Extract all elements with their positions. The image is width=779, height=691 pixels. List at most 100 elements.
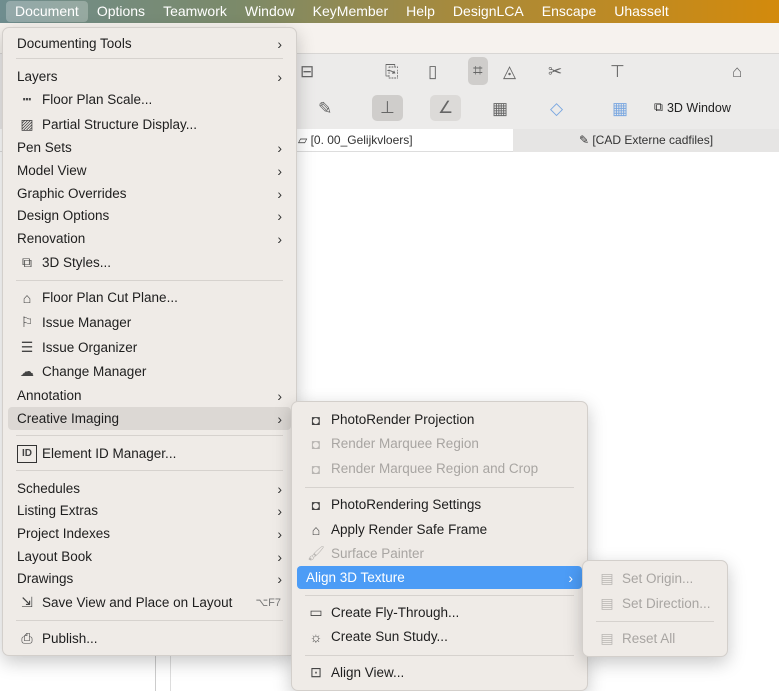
chevron-right-icon: › (277, 410, 282, 427)
menu-uhasselt[interactable]: Uhasselt (605, 1, 677, 22)
tool-icon[interactable]: ▦ (612, 99, 628, 119)
menu-item-renovation[interactable]: Renovation › (8, 227, 291, 250)
sun-icon: ☼ (309, 628, 323, 645)
menu-item-label: Align View... (331, 665, 405, 680)
menu-window[interactable]: Window (236, 1, 304, 22)
tool-icon[interactable]: ◬ (503, 62, 516, 82)
menu-document[interactable]: Document (6, 1, 88, 22)
menu-item-align-view[interactable]: ⊡ Align View... (297, 661, 582, 684)
menu-item-label: Graphic Overrides (17, 186, 127, 201)
menu-item-label: Pen Sets (17, 140, 72, 155)
3d-window-button[interactable]: ⧉ 3D Window (654, 100, 731, 115)
menu-item-pen-sets[interactable]: Pen Sets › (8, 136, 291, 159)
menu-item-label: Publish... (42, 631, 98, 646)
menu-item-layout-book[interactable]: Layout Book › (8, 545, 291, 568)
ruler-icon: ┅ (22, 91, 32, 107)
document-menu: Documenting Tools › Layers › ┅ Floor Plan Sca… (2, 27, 297, 656)
cloud-icon: ☁ (20, 363, 34, 379)
menu-item-issue-organizer[interactable]: ☰ Issue Organizer (8, 336, 291, 359)
tool-icon[interactable]: ⎘ (385, 62, 399, 82)
tab-cad-files[interactable]: ✎ [CAD Externe cadfiles] (513, 129, 779, 152)
menu-item-label: Layout Book (17, 549, 93, 564)
menu-item-label: Reset All (622, 631, 676, 646)
scissors-icon[interactable]: ✂ (548, 62, 562, 82)
menu-item-creative-imaging[interactable]: Creative Imaging › (8, 407, 291, 430)
menu-item-label: Change Manager (42, 364, 147, 379)
menu-item-floor-plan-scale[interactable]: ┅ Floor Plan Scale... (8, 88, 291, 111)
menu-keymember[interactable]: KeyMember (304, 1, 397, 22)
chevron-right-icon: › (277, 35, 282, 52)
house-frame-icon: ⌂ (311, 521, 321, 538)
menu-item-label: Documenting Tools (17, 36, 132, 51)
menu-item-photorender-projection[interactable]: ◘ PhotoRender Projection (297, 408, 582, 431)
menu-separator (305, 487, 574, 488)
flag-icon: ⚐ (20, 314, 34, 330)
tool-icon[interactable]: ✎ (318, 99, 332, 119)
menu-teamwork[interactable]: Teamwork (154, 1, 236, 22)
menu-separator (305, 595, 574, 596)
menu-item-change-manager[interactable]: ☁ Change Manager (8, 360, 291, 383)
menu-item-label: Creative Imaging (17, 411, 120, 426)
menu-item-partial-structure-display[interactable]: ▨ Partial Structure Display... (8, 113, 291, 136)
texture-origin-icon: ▤ (600, 570, 614, 586)
menu-item-set-origin: ▤ Set Origin... (588, 567, 722, 590)
menu-item-floor-plan-cut-plane[interactable]: ⌂ Floor Plan Cut Plane... (8, 286, 291, 309)
tool-icon[interactable]: ▯ (428, 62, 437, 82)
menu-item-label: 3D Styles... (42, 255, 112, 270)
menu-item-listing-extras[interactable]: Listing Extras › (8, 499, 291, 522)
menu-item-label: PhotoRendering Settings (331, 497, 482, 512)
menu-item-project-indexes[interactable]: Project Indexes › (8, 522, 291, 545)
align-view-icon: ⊡ (310, 664, 322, 680)
menu-help[interactable]: Help (397, 1, 444, 22)
tool-icon[interactable]: ⊤ (610, 62, 625, 82)
id-icon: ID (17, 444, 37, 463)
menu-item-photorendering-settings[interactable]: ◘ PhotoRendering Settings (297, 493, 582, 516)
menu-item-design-options[interactable]: Design Options › (8, 204, 291, 227)
menu-item-label: PhotoRender Projection (331, 412, 475, 427)
menu-item-3d-styles[interactable]: ⧉ 3D Styles... (8, 251, 291, 274)
chevron-right-icon: › (277, 139, 282, 156)
menu-item-label: Renovation (17, 231, 86, 246)
chevron-right-icon: › (277, 162, 282, 179)
menu-item-label: Partial Structure Display... (42, 117, 198, 132)
camera-marquee-icon: ◘ (311, 435, 321, 452)
menu-item-annotation[interactable]: Annotation › (8, 384, 291, 407)
divider (170, 655, 171, 691)
tool-icon[interactable]: ▦ (492, 99, 508, 119)
menu-separator (16, 280, 283, 281)
camera-icon: ◘ (311, 411, 321, 428)
menu-item-save-view-and-place-on-layout[interactable]: ⇲ Save View and Place on Layout ⌥F7 (8, 591, 291, 614)
save-view-icon: ⇲ (21, 594, 33, 610)
menu-item-documenting-tools[interactable]: Documenting Tools › (8, 32, 291, 55)
menu-options[interactable]: Options (88, 1, 154, 22)
marquee-tool-icon[interactable]: ⌗ (468, 57, 488, 85)
tool-icon[interactable]: ⌂ (732, 62, 742, 82)
menu-item-reset-all: ▤ Reset All (588, 627, 722, 650)
menu-item-label: Annotation (17, 388, 82, 403)
menu-designlca[interactable]: DesignLCA (444, 1, 533, 22)
menu-item-element-id-manager[interactable]: ID Element ID Manager... (8, 442, 291, 465)
tool-icon[interactable]: ◇ (550, 99, 563, 119)
creative-imaging-submenu: ◘ PhotoRender Projection ◘ Render Marquee R… (291, 401, 588, 691)
chevron-right-icon: › (277, 387, 282, 404)
menu-item-schedules[interactable]: Schedules › (8, 477, 291, 500)
menu-item-publish[interactable]: ⎙ Publish... (8, 627, 291, 650)
menu-item-label: Apply Render Safe Frame (331, 522, 488, 537)
menu-item-layers[interactable]: Layers › (8, 65, 291, 88)
menu-item-graphic-overrides[interactable]: Graphic Overrides › (8, 182, 291, 205)
tab-floor-plan[interactable]: ▱ [0. 00_Gelijkvloers] (298, 129, 413, 152)
menu-enscape[interactable]: Enscape (533, 1, 605, 22)
tool-icon[interactable]: ⊟ (300, 62, 314, 82)
snap-tool-icon[interactable]: ⊥ (372, 95, 403, 121)
guide-tool-icon[interactable]: ∠ (430, 95, 462, 121)
menu-item-model-view[interactable]: Model View › (8, 159, 291, 182)
menu-item-create-sun-study[interactable]: ☼ Create Sun Study... (297, 625, 582, 648)
menu-item-align-3d-texture[interactable]: Align 3D Texture › (297, 566, 582, 589)
paint-brush-icon: 🖌 (307, 545, 325, 561)
menu-item-drawings[interactable]: Drawings › (8, 567, 291, 590)
menu-item-label: Render Marquee Region and Crop (331, 461, 539, 476)
menu-item-apply-render-safe-frame[interactable]: ⌂ Apply Render Safe Frame (297, 518, 582, 541)
menu-item-issue-manager[interactable]: ⚐ Issue Manager (8, 311, 291, 334)
menu-separator (16, 620, 283, 621)
menu-item-create-fly-through[interactable]: ▭ Create Fly-Through... (297, 601, 582, 624)
